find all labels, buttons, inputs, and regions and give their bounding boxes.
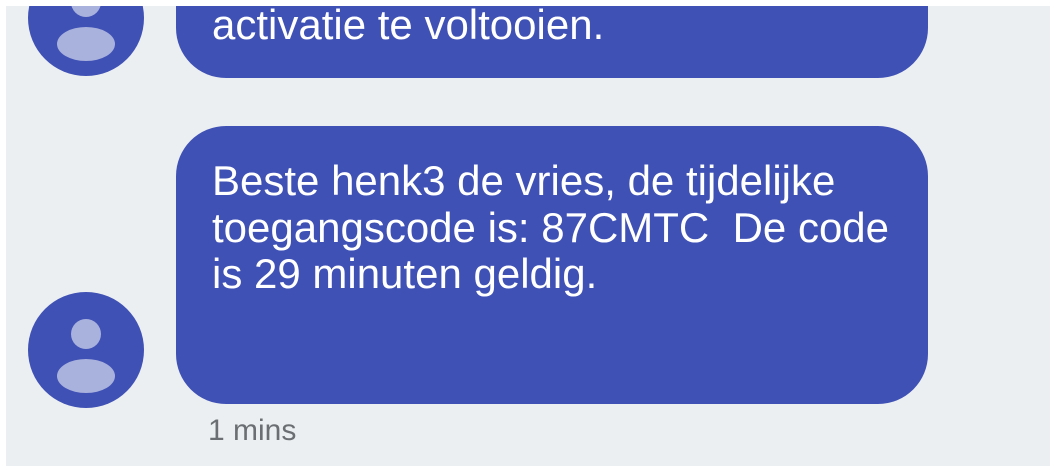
message-thread[interactable]: activatie te voltooien. Beste henk3 de v… xyxy=(6,6,1050,466)
person-icon xyxy=(57,319,115,393)
message-text: Beste henk3 de vries, de tijdelijke toeg… xyxy=(212,157,901,298)
message-timestamp: 1 mins xyxy=(208,414,297,447)
sender-avatar xyxy=(28,6,144,76)
sender-avatar xyxy=(28,292,144,408)
message-bubble[interactable]: Beste henk3 de vries, de tijdelijke toeg… xyxy=(176,126,928,404)
message-text: activatie te voltooien. xyxy=(212,6,605,48)
person-icon xyxy=(57,6,115,61)
message-bubble[interactable]: activatie te voltooien. xyxy=(176,6,928,78)
